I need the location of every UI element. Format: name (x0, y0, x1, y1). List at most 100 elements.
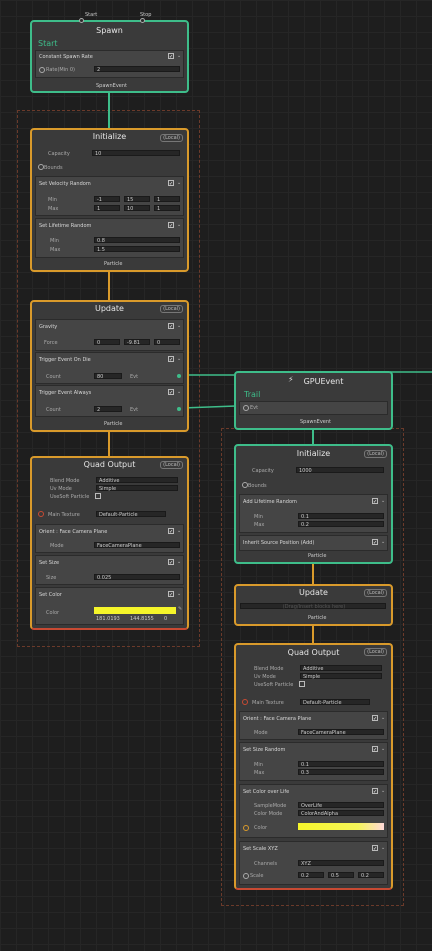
chevron-down-icon[interactable]: ⌄ (177, 389, 181, 395)
local-badge[interactable]: (Local) (364, 450, 387, 458)
block-enable-checkbox[interactable]: ✓ (372, 788, 378, 795)
set-scale-xyz-block[interactable]: Set Scale XYZ ✓ ⌄ Channels XYZ Scale 0.2… (239, 841, 388, 885)
chevron-down-icon[interactable]: ⌄ (177, 222, 181, 228)
mode-select[interactable]: FaceCameraPlane (94, 542, 180, 549)
chevron-down-icon[interactable]: ⌄ (177, 559, 181, 565)
block-enable-checkbox[interactable]: ✓ (372, 715, 378, 722)
vel-min-y[interactable]: 15 (124, 196, 150, 203)
chevron-down-icon[interactable]: ⌄ (177, 356, 181, 362)
life-max-field[interactable]: 0.2 (298, 521, 384, 528)
color-b[interactable]: 0 (162, 616, 176, 622)
quad-output-context-2[interactable]: Quad Output (Local) Blend Mode Additive … (234, 643, 393, 890)
scale-port-icon[interactable] (243, 873, 249, 879)
vel-min-x[interactable]: -1 (94, 196, 120, 203)
life-min-field[interactable]: 0.1 (298, 513, 384, 520)
eyedropper-icon[interactable]: ✎ (178, 606, 182, 612)
block-enable-checkbox[interactable]: ✓ (168, 356, 174, 363)
trigger-event-on-die-block[interactable]: Trigger Event On Die ✓ ⌄ Count 80 Evt (35, 352, 184, 384)
local-badge[interactable]: (Local) (364, 648, 387, 656)
blend-select[interactable]: Additive (96, 477, 178, 484)
constant-spawn-rate-block[interactable]: Constant Spawn Rate ✓ ⌄ Rate(Min 0) 2 (35, 50, 184, 78)
texture-field[interactable]: Default-Particle (300, 699, 370, 706)
uv-select[interactable]: Simple (300, 673, 382, 680)
update-context-1[interactable]: Update (Local) Gravity ✓ ⌄ Force 0 -9.81… (30, 300, 189, 432)
color-port-icon[interactable] (243, 825, 249, 831)
scale-y[interactable]: 0.5 (328, 872, 354, 879)
quad-output-context-1[interactable]: Quad Output (Local) Blend Mode Additive … (30, 456, 189, 630)
scale-z[interactable]: 0.2 (358, 872, 384, 879)
capacity-field[interactable]: 10 (92, 150, 180, 157)
scale-x[interactable]: 0.2 (298, 872, 324, 879)
gradient-field[interactable] (298, 823, 384, 830)
texture-port-icon[interactable] (242, 699, 248, 705)
chevron-down-icon[interactable]: ⌄ (381, 845, 385, 851)
block-enable-checkbox[interactable]: ✓ (372, 498, 378, 505)
texture-field[interactable]: Default-Particle (96, 511, 166, 518)
initialize-context-2[interactable]: Initialize (Local) Capacity 1000 Bounds … (234, 444, 393, 564)
force-z[interactable]: 0 (154, 339, 180, 346)
life-min-field[interactable]: 0.8 (94, 237, 180, 244)
block-enable-checkbox[interactable]: ✓ (168, 53, 174, 60)
chevron-down-icon[interactable]: ⌄ (381, 715, 385, 721)
texture-port-icon[interactable] (38, 511, 44, 517)
gravity-block[interactable]: Gravity ✓ ⌄ Force 0 -9.81 0 (35, 319, 184, 351)
vel-max-z[interactable]: 1 (154, 205, 180, 212)
block-enable-checkbox[interactable]: ✓ (372, 746, 378, 753)
spawn-context[interactable]: Start Stop Spawn Start Constant Spawn Ra… (30, 12, 189, 93)
evt-input-port[interactable] (243, 405, 249, 411)
chevron-down-icon[interactable]: ⌄ (177, 591, 181, 597)
size-max-field[interactable]: 0.3 (298, 769, 384, 776)
add-lifetime-random-block[interactable]: Add Lifetime Random ✓ ⌄ Min 0.1 Max 0.2 (239, 494, 388, 533)
set-size-random-block[interactable]: Set Size Random ✓ ⌄ Min 0.1 Max 0.3 (239, 742, 388, 781)
count-field[interactable]: 80 (94, 373, 122, 380)
vel-max-x[interactable]: 1 (94, 205, 120, 212)
set-velocity-random-block[interactable]: Set Velocity Random ✓ ⌄ Min -1 15 1 Max … (35, 176, 184, 216)
vel-min-z[interactable]: 1 (154, 196, 180, 203)
trigger-event-always-block[interactable]: Trigger Event Always ✓ ⌄ Count 2 Evt (35, 385, 184, 417)
local-badge[interactable]: (Local) (160, 305, 183, 313)
rate-field[interactable]: 2 (94, 66, 180, 73)
block-enable-checkbox[interactable]: ✓ (168, 528, 174, 535)
local-badge[interactable]: (Local) (160, 461, 183, 469)
chevron-down-icon[interactable]: ⌄ (177, 528, 181, 534)
force-y[interactable]: -9.81 (124, 339, 150, 346)
block-enable-checkbox[interactable]: ✓ (168, 591, 174, 598)
set-lifetime-random-block[interactable]: Set Lifetime Random ✓ ⌄ Min 0.8 Max 1.5 (35, 218, 184, 258)
chevron-down-icon[interactable]: ⌄ (381, 498, 385, 504)
inherit-source-position-block[interactable]: Inherit Source Position (Add) ✓ ⌄ (239, 535, 388, 551)
orient-block[interactable]: Orient : Face Camera Plane ✓ ⌄ Mode Face… (239, 711, 388, 740)
set-size-block[interactable]: Set Size ✓ ⌄ Size 0.025 (35, 555, 184, 585)
port-icon[interactable] (39, 67, 45, 73)
block-enable-checkbox[interactable]: ✓ (168, 559, 174, 566)
colormode-select[interactable]: ColorAndAlpha (298, 810, 384, 817)
block-enable-checkbox[interactable]: ✓ (168, 323, 174, 330)
soft-checkbox[interactable] (95, 493, 101, 499)
chevron-down-icon[interactable]: ⌄ (381, 746, 385, 752)
evt-output-pin[interactable] (177, 374, 181, 378)
block-enable-checkbox[interactable]: ✓ (372, 845, 378, 852)
vel-max-y[interactable]: 10 (124, 205, 150, 212)
empty-block-placeholder[interactable]: (Drag/Insert blocks here) (240, 603, 386, 610)
orient-block[interactable]: Orient : Face Camera Plane ✓ ⌄ Mode Face… (35, 524, 184, 553)
start-port[interactable] (79, 18, 84, 23)
size-field[interactable]: 0.025 (94, 574, 180, 581)
update-context-2[interactable]: Update (Local) (Drag/Insert blocks here)… (234, 584, 393, 626)
count-field[interactable]: 2 (94, 406, 122, 413)
color-g[interactable]: 144.8155 (128, 616, 154, 622)
set-color-block[interactable]: Set Color ✓ ⌄ Color ✎ 181.0193 144.8155 … (35, 587, 184, 625)
force-x[interactable]: 0 (94, 339, 120, 346)
color-r[interactable]: 181.0193 (94, 616, 120, 622)
block-enable-checkbox[interactable]: ✓ (168, 222, 174, 229)
gpu-event-context[interactable]: ⚡ GPUEvent Trail Evt SpawnEvent (234, 371, 393, 430)
chevron-down-icon[interactable]: ⌄ (381, 788, 385, 794)
color-swatch[interactable] (94, 607, 176, 614)
local-badge[interactable]: (Local) (160, 134, 183, 142)
mode-select[interactable]: FaceCameraPlane (298, 729, 384, 736)
chevron-down-icon[interactable]: ⌄ (177, 180, 181, 186)
block-enable-checkbox[interactable]: ✓ (168, 389, 174, 396)
soft-checkbox[interactable] (299, 681, 305, 687)
chevron-down-icon[interactable]: ⌄ (381, 539, 385, 545)
uv-select[interactable]: Simple (96, 485, 178, 492)
block-enable-checkbox[interactable]: ✓ (168, 180, 174, 187)
blend-select[interactable]: Additive (300, 665, 382, 672)
